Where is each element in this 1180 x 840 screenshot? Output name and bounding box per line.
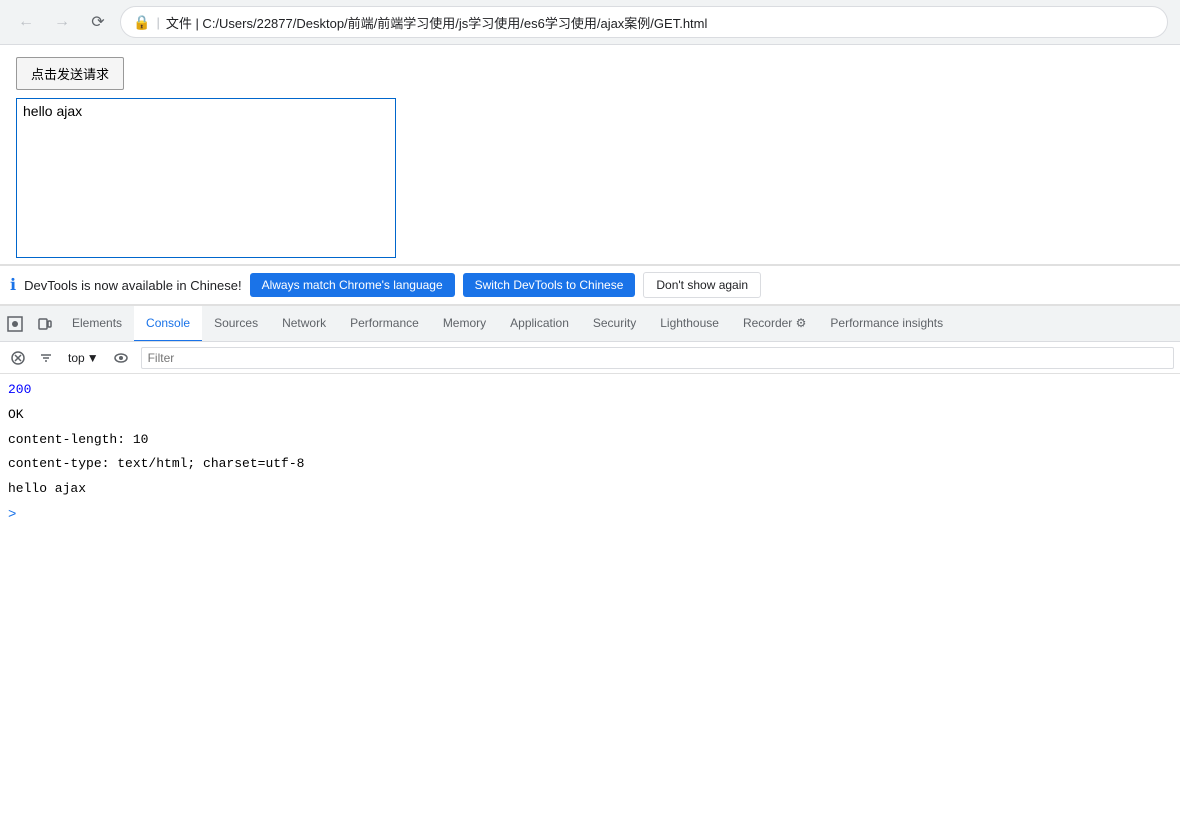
tab-recorder[interactable]: Recorder ⚙ — [731, 306, 818, 342]
console-line: 200 — [0, 378, 1180, 403]
eye-icon[interactable] — [109, 346, 133, 370]
tab-console[interactable]: Console — [134, 306, 202, 342]
tab-performance[interactable]: Performance — [338, 306, 431, 342]
match-language-button[interactable]: Always match Chrome's language — [250, 273, 455, 297]
notification-message: DevTools is now available in Chinese! — [24, 278, 242, 293]
back-button[interactable]: ← — [12, 8, 40, 36]
forward-button[interactable]: → — [48, 8, 76, 36]
console-prompt[interactable]: > — [0, 502, 1180, 528]
tab-application[interactable]: Application — [498, 306, 581, 342]
reload-button[interactable]: ⟳ — [84, 8, 112, 36]
chevron-down-icon: ▼ — [87, 351, 99, 365]
tab-sources[interactable]: Sources — [202, 306, 270, 342]
context-label: top — [68, 351, 85, 365]
browser-toolbar: ← → ⟳ 🔒 | 文件 | C:/Users/22877/Desktop/前端… — [0, 0, 1180, 44]
console-line: content-length: 10 — [0, 428, 1180, 453]
switch-chinese-button[interactable]: Switch DevTools to Chinese — [463, 273, 636, 297]
filter-input[interactable] — [141, 347, 1174, 369]
clear-console-icon[interactable] — [6, 346, 30, 370]
tab-memory[interactable]: Memory — [431, 306, 498, 342]
inspect-element-icon[interactable] — [0, 306, 30, 342]
devtools-panel: Elements Console Sources Network Perform… — [0, 305, 1180, 532]
info-icon: ℹ — [10, 275, 16, 295]
tab-security[interactable]: Security — [581, 306, 648, 342]
url-separator: | — [156, 15, 159, 30]
tab-network[interactable]: Network — [270, 306, 338, 342]
devtools-notification: ℹ DevTools is now available in Chinese! … — [0, 265, 1180, 305]
tab-elements[interactable]: Elements — [60, 306, 134, 342]
lock-icon: 🔒 — [133, 14, 150, 31]
console-line: hello ajax — [0, 477, 1180, 502]
devtools-tabs: Elements Console Sources Network Perform… — [0, 306, 1180, 342]
tab-performance-insights[interactable]: Performance insights — [818, 306, 955, 342]
send-request-button[interactable]: 点击发送请求 — [16, 57, 124, 90]
console-toolbar: top ▼ — [0, 342, 1180, 374]
url-text: 文件 | C:/Users/22877/Desktop/前端/前端学习使用/js… — [166, 13, 708, 32]
console-output: 200 OK content-length: 10 content-type: … — [0, 374, 1180, 532]
response-box: hello ajax — [16, 98, 396, 258]
console-line: OK — [0, 403, 1180, 428]
browser-chrome: ← → ⟳ 🔒 | 文件 | C:/Users/22877/Desktop/前端… — [0, 0, 1180, 45]
context-selector[interactable]: top ▼ — [62, 349, 105, 367]
page-content: 点击发送请求 hello ajax — [0, 45, 1180, 265]
filter-icon[interactable] — [34, 346, 58, 370]
console-line: content-type: text/html; charset=utf-8 — [0, 452, 1180, 477]
dont-show-button[interactable]: Don't show again — [643, 272, 761, 298]
address-bar[interactable]: 🔒 | 文件 | C:/Users/22877/Desktop/前端/前端学习使… — [120, 6, 1168, 38]
device-toolbar-icon[interactable] — [30, 306, 60, 342]
response-text: hello ajax — [23, 103, 82, 119]
tab-lighthouse[interactable]: Lighthouse — [648, 306, 731, 342]
